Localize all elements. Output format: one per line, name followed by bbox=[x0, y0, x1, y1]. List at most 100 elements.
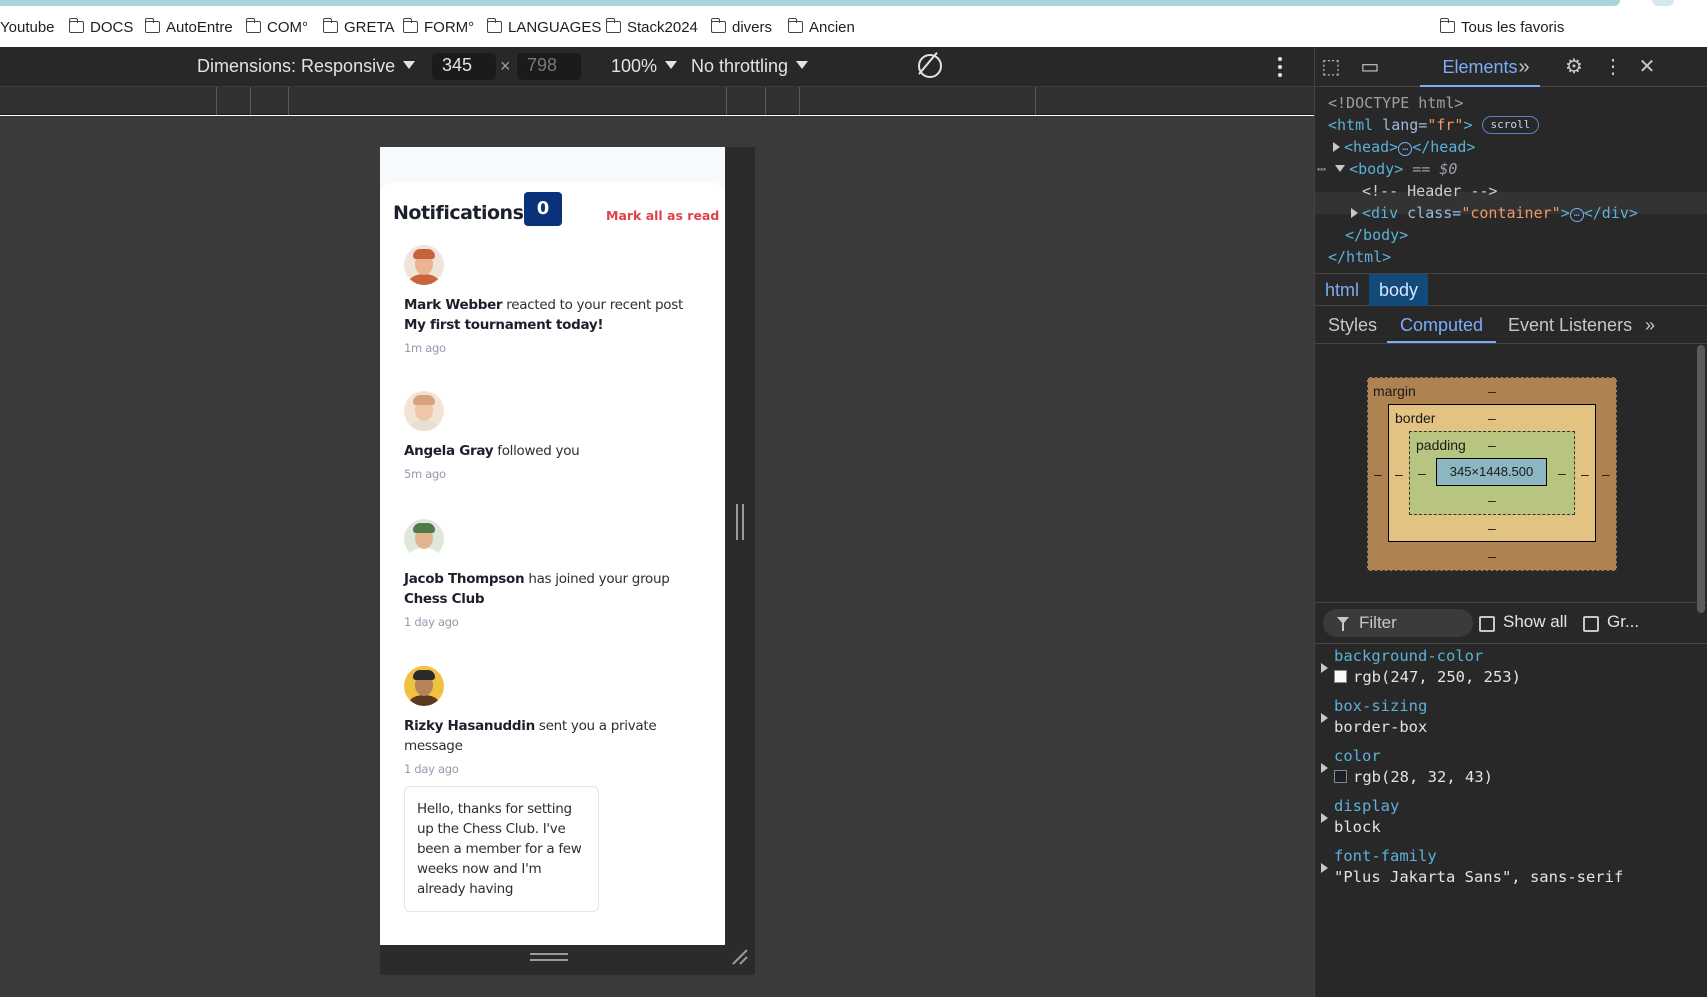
resize-handle-corner[interactable] bbox=[729, 947, 747, 965]
expand-arrow-icon[interactable] bbox=[1321, 813, 1328, 823]
height-input[interactable]: 798 bbox=[517, 53, 581, 80]
rotate-icon[interactable] bbox=[918, 54, 942, 78]
ruler-mark[interactable] bbox=[288, 87, 289, 115]
ruler-mark[interactable] bbox=[216, 87, 217, 115]
inspect-element-icon[interactable]: ⬚ bbox=[1319, 55, 1343, 79]
notification-target[interactable]: Chess Club bbox=[404, 591, 485, 607]
row-actions-icon[interactable]: ⋯ bbox=[1317, 160, 1326, 178]
throttling-dropdown[interactable]: No throttling bbox=[691, 56, 809, 77]
bookmark-folder-stack2024[interactable]: Stack2024 bbox=[605, 17, 698, 37]
zoom-dropdown[interactable]: 100% bbox=[611, 56, 678, 77]
more-options-icon[interactable]: ⋮ bbox=[1601, 55, 1625, 79]
expand-arrow-icon[interactable] bbox=[1321, 663, 1328, 673]
computed-property[interactable]: color rgb(28, 32, 43) bbox=[1315, 745, 1695, 795]
all-bookmarks-button[interactable]: Tous les favoris bbox=[1439, 17, 1564, 37]
box-model-margin[interactable]: margin – – – – border – – – – padding – … bbox=[1367, 377, 1617, 571]
bookmark-youtube[interactable]: Youtube bbox=[0, 17, 55, 37]
box-model-content[interactable]: 345×1448.500 bbox=[1436, 458, 1547, 486]
collapsed-ellipsis[interactable]: … bbox=[1398, 142, 1413, 156]
media-query-ruler[interactable] bbox=[0, 87, 1314, 115]
bookmark-folder-com[interactable]: COM° bbox=[245, 17, 308, 37]
notification-item[interactable]: Mark Webber reacted to your recent post M… bbox=[404, 245, 694, 355]
notification-user[interactable]: Rizky Hasanuddin bbox=[404, 718, 535, 734]
box-model-border[interactable]: border – – – – padding – – – – 345×1448.… bbox=[1388, 404, 1596, 542]
dom-html-node[interactable]: <html lang="fr"> scroll bbox=[1328, 114, 1540, 136]
color-swatch[interactable] bbox=[1334, 770, 1347, 783]
scroll-badge[interactable]: scroll bbox=[1481, 116, 1540, 134]
gear-icon[interactable]: ⚙ bbox=[1562, 55, 1586, 79]
border-top-value: – bbox=[1488, 410, 1496, 426]
more-options-icon[interactable] bbox=[1278, 57, 1282, 77]
notification-target[interactable]: My first tournament today! bbox=[404, 317, 604, 333]
more-tabs-icon[interactable]: » bbox=[1512, 55, 1536, 79]
device-toggle-icon[interactable]: ▭ bbox=[1358, 55, 1382, 79]
tag-name: <html bbox=[1328, 116, 1374, 134]
notification-item[interactable]: Rizky Hasanuddin sent you a private mess… bbox=[404, 666, 694, 912]
box-model-padding[interactable]: padding – – – – 345×1448.500 bbox=[1409, 431, 1575, 515]
ruler-mark[interactable] bbox=[765, 87, 766, 115]
computed-property[interactable]: box-sizing border-box bbox=[1315, 695, 1695, 745]
breadcrumb-body[interactable]: body bbox=[1369, 274, 1429, 306]
private-message-preview[interactable]: Hello, thanks for setting up the Chess C… bbox=[404, 786, 599, 912]
dom-body-node[interactable]: ⋯ <body> == $0 bbox=[1317, 158, 1457, 180]
dom-doctype[interactable]: <!DOCTYPE html> bbox=[1328, 92, 1463, 114]
ruler-mark[interactable] bbox=[726, 87, 727, 115]
mark-all-read-link[interactable]: Mark all as read bbox=[606, 208, 719, 223]
color-swatch[interactable] bbox=[1334, 670, 1347, 683]
computed-properties-list: background-color rgb(247, 250, 253) box-s… bbox=[1315, 645, 1695, 997]
expand-arrow-icon[interactable] bbox=[1333, 142, 1340, 152]
notification-item[interactable]: Jacob Thompson has joined your group Ches… bbox=[404, 519, 694, 629]
attr-name: lang= bbox=[1373, 116, 1428, 134]
width-input[interactable]: 345 bbox=[432, 53, 496, 80]
expand-arrow-icon[interactable] bbox=[1321, 863, 1328, 873]
notification-user[interactable]: Jacob Thompson bbox=[404, 571, 525, 587]
bookmark-folder-autoentre[interactable]: AutoEntre bbox=[144, 17, 233, 37]
bookmark-folder-docs[interactable]: DOCS bbox=[68, 17, 133, 37]
notification-item[interactable]: Angela Gray followed you 5m ago bbox=[404, 391, 694, 481]
ruler-mark[interactable] bbox=[799, 87, 800, 115]
avatar[interactable] bbox=[404, 391, 444, 431]
emulated-page[interactable]: Notifications 0 Mark all as read Mark We… bbox=[380, 147, 725, 945]
computed-scrollbar[interactable] bbox=[1697, 345, 1705, 613]
expand-arrow-icon[interactable] bbox=[1351, 208, 1358, 218]
bookmark-folder-form[interactable]: FORM° bbox=[402, 17, 474, 37]
computed-property[interactable]: font-family "Plus Jakarta Sans", sans-ser… bbox=[1315, 845, 1695, 895]
dom-html-close[interactable]: </html> bbox=[1328, 246, 1391, 268]
tab-event-listeners[interactable]: Event Listeners bbox=[1508, 307, 1632, 343]
collapse-arrow-icon[interactable] bbox=[1335, 165, 1346, 172]
expand-arrow-icon[interactable] bbox=[1321, 763, 1328, 773]
bookmark-folder-ancien[interactable]: Ancien bbox=[787, 17, 855, 37]
tab-computed[interactable]: Computed bbox=[1387, 307, 1497, 343]
dom-body-close[interactable]: </body> bbox=[1345, 224, 1408, 246]
dom-head-node[interactable]: <head>… </head> bbox=[1333, 136, 1475, 158]
computed-property[interactable]: display block bbox=[1315, 795, 1695, 845]
avatar[interactable] bbox=[404, 666, 444, 706]
dom-tree: <!DOCTYPE html> <html lang="fr"> scroll … bbox=[1315, 88, 1707, 273]
ruler-mark[interactable] bbox=[1035, 87, 1036, 115]
bookmark-label: Youtube bbox=[0, 18, 55, 36]
expand-arrow-icon[interactable] bbox=[1321, 713, 1328, 723]
bookmark-folder-languages[interactable]: LANGUAGES bbox=[486, 17, 601, 37]
dom-div-container[interactable]: <div class="container">… </div> bbox=[1351, 202, 1638, 224]
group-checkbox[interactable] bbox=[1583, 616, 1599, 632]
dom-comment[interactable]: <!-- Header --> bbox=[1362, 180, 1497, 202]
ruler-mark[interactable] bbox=[250, 87, 251, 115]
collapsed-ellipsis[interactable]: … bbox=[1569, 208, 1584, 222]
resize-handle-bottom[interactable] bbox=[530, 953, 568, 961]
avatar[interactable] bbox=[404, 245, 444, 285]
breadcrumb-html[interactable]: html bbox=[1315, 274, 1369, 306]
bookmark-folder-divers[interactable]: divers bbox=[710, 17, 772, 37]
computed-property[interactable]: background-color rgb(247, 250, 253) bbox=[1315, 645, 1695, 695]
filter-input[interactable]: Filter bbox=[1323, 609, 1473, 637]
avatar[interactable] bbox=[404, 519, 444, 559]
resize-handle-right[interactable] bbox=[736, 504, 744, 540]
notification-user[interactable]: Angela Gray bbox=[404, 443, 494, 459]
profile-button-edge[interactable] bbox=[1652, 0, 1674, 6]
tab-styles[interactable]: Styles bbox=[1328, 307, 1377, 343]
dimensions-dropdown[interactable]: Dimensions: Responsive bbox=[197, 56, 416, 77]
show-all-checkbox[interactable] bbox=[1479, 616, 1495, 632]
close-icon[interactable]: ✕ bbox=[1635, 55, 1659, 79]
notification-user[interactable]: Mark Webber bbox=[404, 297, 503, 313]
more-tabs-icon[interactable]: » bbox=[1645, 307, 1655, 343]
bookmark-folder-greta[interactable]: GRETA bbox=[322, 17, 395, 37]
